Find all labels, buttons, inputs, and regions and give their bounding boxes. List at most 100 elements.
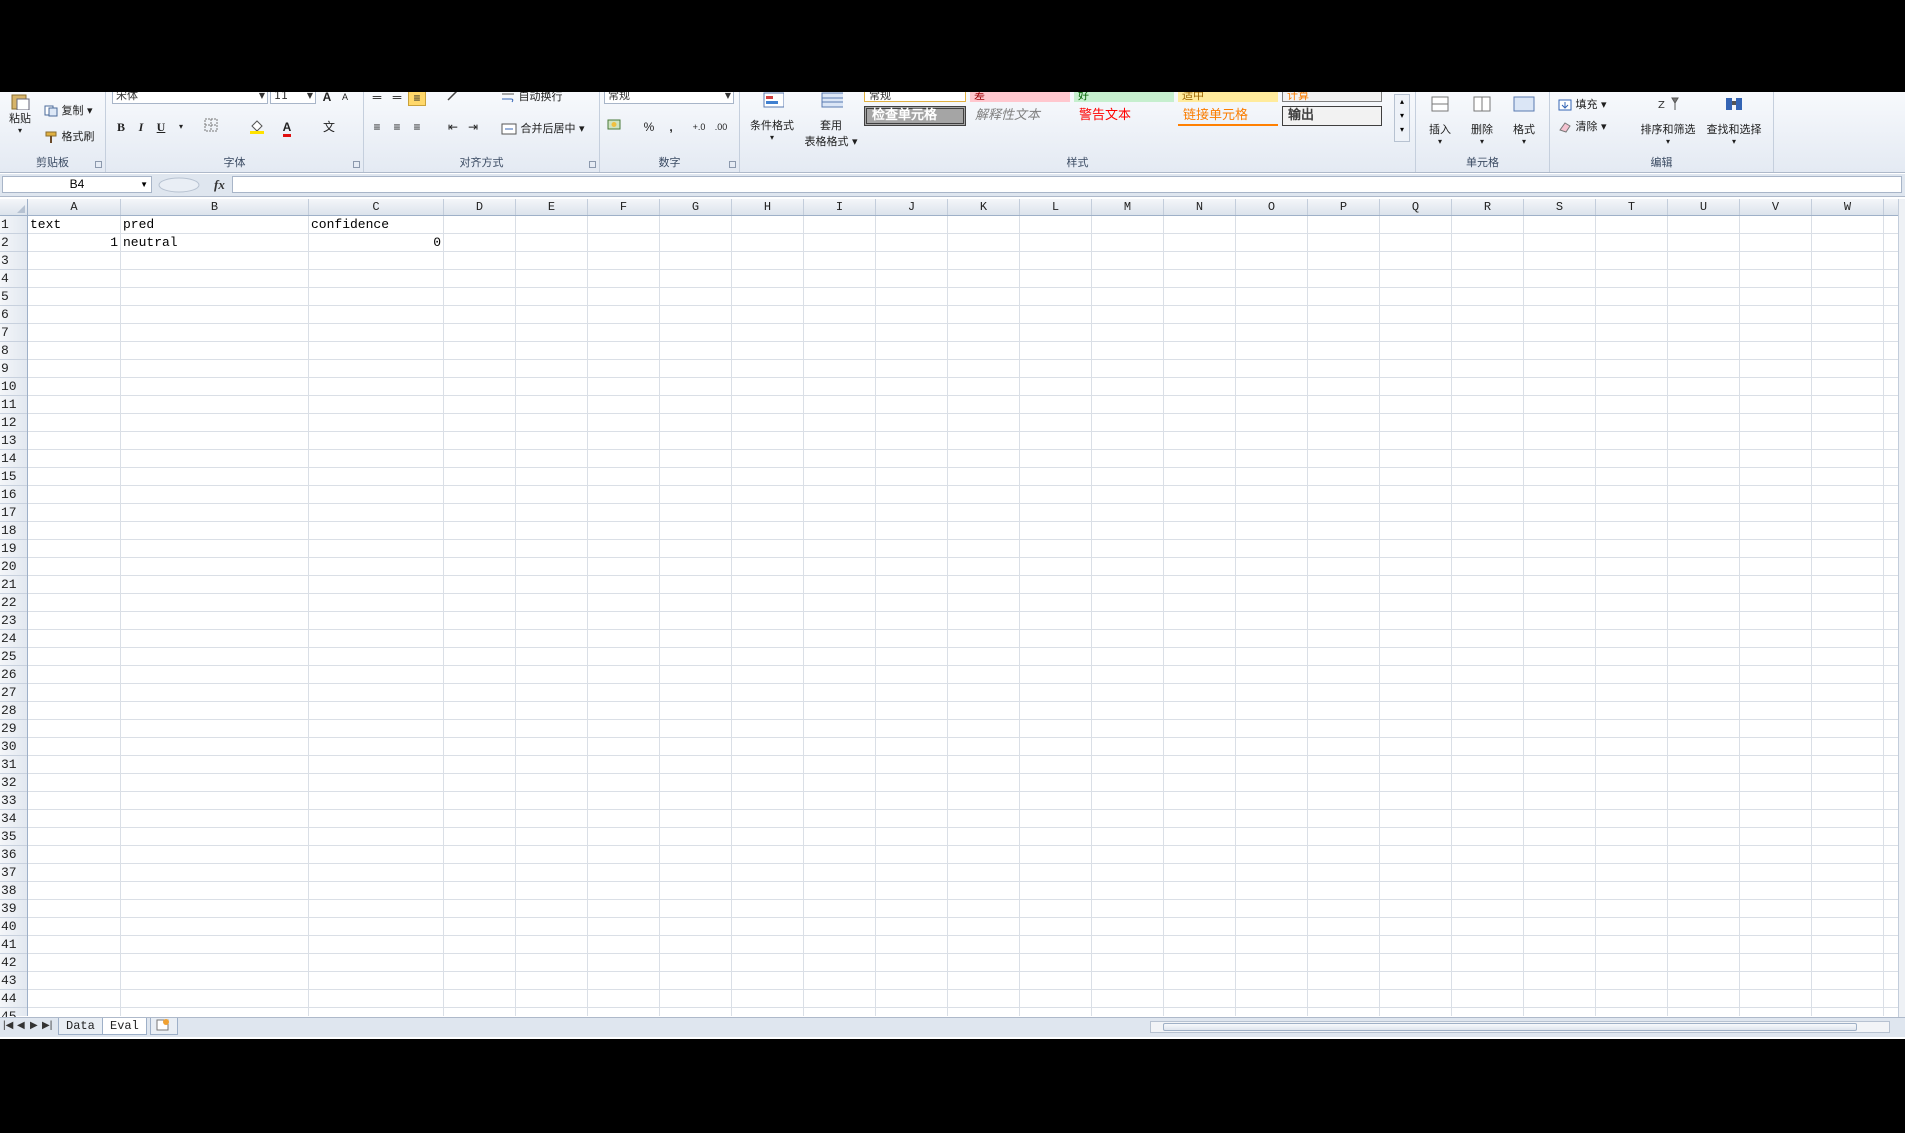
cell-c1[interactable]: confidence [311,216,441,234]
shrink-font-button[interactable]: A [336,92,354,106]
wrap-text-button[interactable]: 自动换行 [501,92,563,104]
row-header[interactable]: 18 [0,522,27,540]
copy-button[interactable]: 复制 ▾ [44,102,93,118]
column-header-q[interactable]: Q [1380,199,1452,215]
next-sheet-icon[interactable]: ▶ [30,1020,38,1031]
column-header-o[interactable]: O [1236,199,1308,215]
row-header[interactable]: 1 [0,216,27,234]
row-header[interactable]: 4 [0,270,27,288]
column-header-g[interactable]: G [660,199,732,215]
column-header-w[interactable]: W [1812,199,1884,215]
delete-button[interactable]: 删除 ▾ [1462,96,1502,146]
row-header[interactable]: 23 [0,612,27,630]
row-header[interactable]: 26 [0,666,27,684]
row-header[interactable]: 10 [0,378,27,396]
vertical-scrollbar[interactable] [1898,199,1905,1017]
cell-area[interactable]: text pred confidence 1 neutral 0 [28,216,1905,1016]
row-header[interactable]: 45 [0,1008,27,1017]
row-header[interactable]: 28 [0,702,27,720]
row-header[interactable]: 37 [0,864,27,882]
align-center-button[interactable]: ≡ [388,118,406,136]
percent-button[interactable]: % [640,118,658,136]
fill-button[interactable]: 填充 ▾ [1558,96,1607,112]
increase-indent-button[interactable]: ⇥ [464,118,482,136]
number-launcher-icon[interactable] [729,161,736,168]
style-warning[interactable]: 警告文本 [1074,106,1174,126]
format-painter-button[interactable]: 格式刷 [44,128,95,144]
row-header[interactable]: 3 [0,252,27,270]
align-top-button[interactable]: ═ [368,92,386,106]
paste-button[interactable]: 粘贴 ▾ [4,94,36,135]
row-header[interactable]: 27 [0,684,27,702]
row-header[interactable]: 19 [0,540,27,558]
decrease-indent-button[interactable]: ⇤ [444,118,462,136]
style-good[interactable]: 好 [1074,92,1174,102]
column-header-i[interactable]: I [804,199,876,215]
find-select-button[interactable]: 查找和选择 ▾ [1702,96,1766,146]
style-bad[interactable]: 差 [970,92,1070,102]
column-header-p[interactable]: P [1308,199,1380,215]
row-header[interactable]: 15 [0,468,27,486]
phonetic-button[interactable]: 文 [320,118,338,136]
style-check-cell[interactable]: 检查单元格 [864,106,966,126]
column-header-e[interactable]: E [516,199,588,215]
column-header-c[interactable]: C [309,199,444,215]
style-calculation[interactable]: 计算 [1282,92,1382,102]
style-explanatory[interactable]: 解释性文本 [970,106,1070,126]
clipboard-launcher-icon[interactable] [95,161,102,168]
column-header-s[interactable]: S [1524,199,1596,215]
chevron-down-icon[interactable]: ▾ [172,118,190,136]
row-header[interactable]: 12 [0,414,27,432]
column-header-n[interactable]: N [1164,199,1236,215]
row-header[interactable]: 9 [0,360,27,378]
align-left-button[interactable]: ≡ [368,118,386,136]
row-header[interactable]: 2 [0,234,27,252]
column-header-u[interactable]: U [1668,199,1740,215]
sort-filter-button[interactable]: Z 排序和筛选 ▾ [1636,96,1700,146]
sheet-tab-data[interactable]: Data [58,1018,103,1035]
italic-button[interactable]: I [132,118,150,136]
sheet-tab-eval[interactable]: Eval [102,1018,147,1035]
font-size-combo[interactable]: 11 ▼ [270,92,316,104]
conditional-format-button[interactable]: 条件格式 ▾ [744,92,800,142]
merge-center-button[interactable]: 合并后居中 ▾ [501,120,585,136]
row-header[interactable]: 31 [0,756,27,774]
row-header[interactable]: 44 [0,990,27,1008]
row-header[interactable]: 16 [0,486,27,504]
first-sheet-icon[interactable]: |◀ [3,1020,13,1031]
prev-sheet-icon[interactable]: ◀ [17,1020,25,1031]
underline-button[interactable]: U [152,118,170,136]
row-header[interactable]: 34 [0,810,27,828]
column-header-v[interactable]: V [1740,199,1812,215]
cell-b1[interactable]: pred [123,216,306,234]
horizontal-scroll-thumb[interactable] [1163,1023,1857,1031]
select-all-button[interactable] [0,199,28,215]
style-neutral[interactable]: 适中 [1178,92,1278,102]
row-header[interactable]: 30 [0,738,27,756]
styles-gallery-scroll[interactable]: ▴ ▾ ▾ [1394,94,1410,142]
column-header-d[interactable]: D [444,199,516,215]
last-sheet-icon[interactable]: ▶| [42,1020,52,1031]
grow-font-button[interactable]: A [318,92,336,106]
font-name-combo[interactable]: 宋体 ▼ [112,92,268,104]
row-header[interactable]: 38 [0,882,27,900]
row-header[interactable]: 11 [0,396,27,414]
style-output[interactable]: 输出 [1282,106,1382,126]
bold-button[interactable]: B [112,118,130,136]
row-header[interactable]: 39 [0,900,27,918]
row-header[interactable]: 8 [0,342,27,360]
row-header[interactable]: 36 [0,846,27,864]
row-header[interactable]: 24 [0,630,27,648]
decrease-decimal-button[interactable]: .00 [712,118,730,136]
column-header-f[interactable]: F [588,199,660,215]
align-right-button[interactable]: ≡ [408,118,426,136]
font-color-button[interactable]: A [278,118,296,137]
insert-function-button[interactable]: fx [214,177,225,193]
style-normal[interactable]: 常规 [864,92,966,102]
row-header[interactable]: 17 [0,504,27,522]
row-header[interactable]: 25 [0,648,27,666]
row-header[interactable]: 6 [0,306,27,324]
currency-button[interactable] [606,118,624,136]
align-bottom-button[interactable]: ≡ [408,92,426,106]
row-header[interactable]: 22 [0,594,27,612]
